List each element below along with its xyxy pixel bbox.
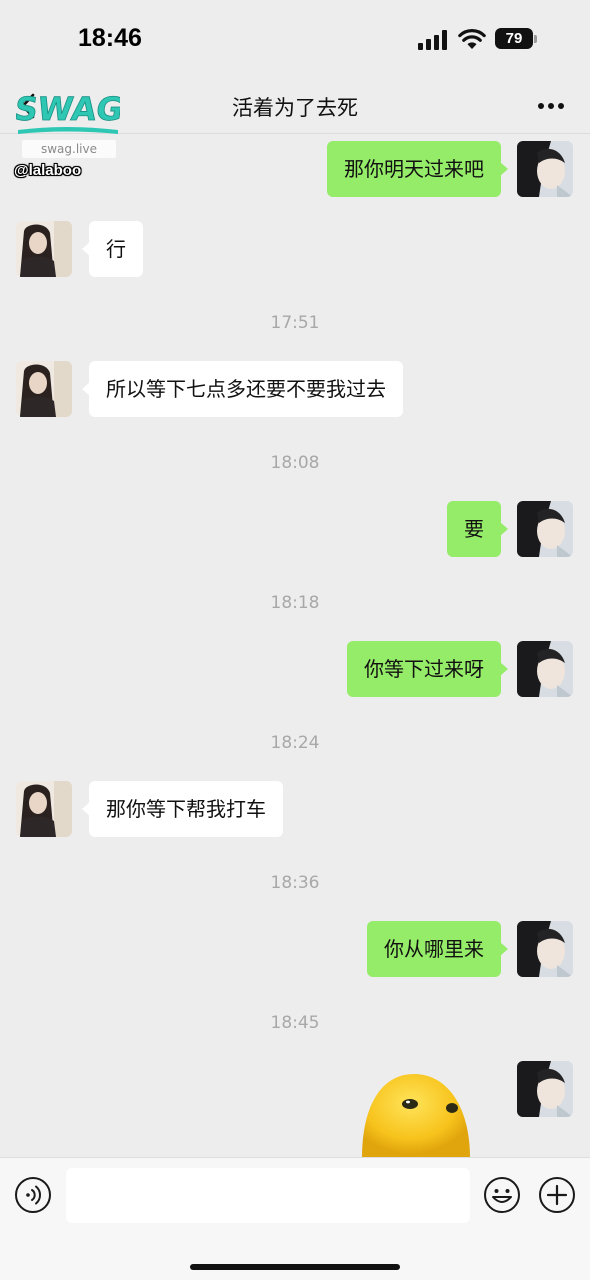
message-timestamp: 18:36 xyxy=(270,873,320,893)
my-avatar[interactable] xyxy=(517,1061,573,1117)
contact-avatar[interactable] xyxy=(16,221,72,277)
watermark-handle: @lalaboo xyxy=(14,162,82,179)
incoming-message-bubble[interactable]: 行 xyxy=(82,221,143,277)
message-timestamp: 18:08 xyxy=(270,453,320,473)
outgoing-message-bubble[interactable]: 那你明天过来吧 xyxy=(327,141,508,197)
voice-input-icon[interactable] xyxy=(14,1176,52,1214)
input-bar xyxy=(0,1157,590,1280)
status-time: 18:46 xyxy=(78,24,142,52)
status-bar: 18:46 79 xyxy=(0,0,590,78)
my-avatar[interactable] xyxy=(517,921,573,977)
outgoing-message-bubble[interactable]: 要 xyxy=(447,501,508,557)
cellular-signal-icon xyxy=(418,30,447,50)
message-input[interactable] xyxy=(66,1168,470,1223)
outgoing-message-bubble[interactable]: 你从哪里来 xyxy=(367,921,508,977)
swag-watermark-logo: SWAG xyxy=(16,90,120,134)
battery-icon: 79 xyxy=(495,28,533,49)
my-avatar[interactable] xyxy=(517,501,573,557)
message-timestamp: 18:18 xyxy=(270,593,320,613)
plus-icon[interactable] xyxy=(538,1176,576,1214)
wifi-icon xyxy=(458,29,486,49)
message-timestamp: 18:24 xyxy=(270,733,320,753)
contact-avatar[interactable] xyxy=(16,781,72,837)
contact-avatar[interactable] xyxy=(16,361,72,417)
my-avatar[interactable] xyxy=(517,141,573,197)
swag-logo-text: SWAG xyxy=(16,90,120,128)
battery-tip xyxy=(534,35,537,43)
message-timestamp: 17:51 xyxy=(270,313,320,333)
yellow-blob-sticker[interactable] xyxy=(352,1068,482,1158)
my-avatar[interactable] xyxy=(517,641,573,697)
home-indicator xyxy=(190,1264,400,1270)
message-timestamp: 18:45 xyxy=(270,1013,320,1033)
incoming-message-bubble[interactable]: 那你等下帮我打车 xyxy=(82,781,283,837)
watermark-url: swag.live xyxy=(22,140,116,158)
emoji-icon[interactable] xyxy=(483,1176,521,1214)
incoming-message-bubble[interactable]: 所以等下七点多还要不要我过去 xyxy=(82,361,403,417)
outgoing-message-bubble[interactable]: 你等下过来呀 xyxy=(347,641,508,697)
more-options-icon[interactable] xyxy=(536,96,566,116)
